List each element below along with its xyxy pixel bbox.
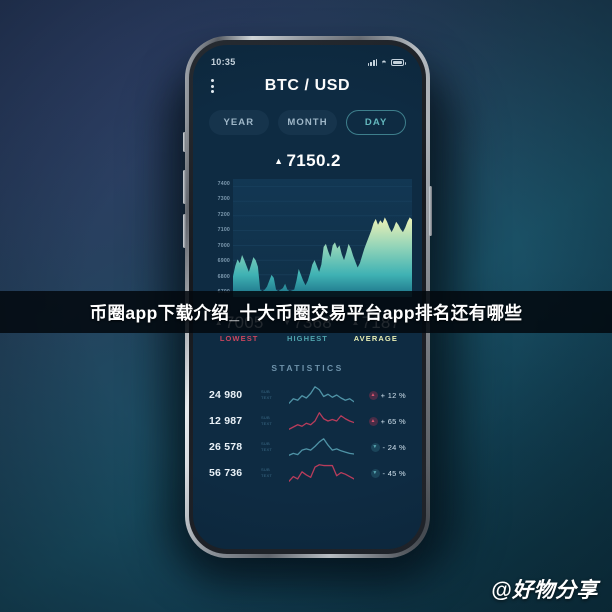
watermark: @好物分享 [491,579,598,602]
summary-lowest-label: LOWEST [219,334,259,343]
statistics-row-sparkline [285,436,358,458]
summary-average-label: AVERAGE [353,334,398,343]
tab-month[interactable]: MONTH [277,110,338,135]
phone-button-mute[interactable] [183,132,186,152]
sublabel-line: SUB [261,389,270,394]
sublabel-line: TEXT [261,421,273,426]
sublabel-line: SUB [261,415,270,420]
chart-y-axis: 7400 7300 7200 7100 7000 6900 6800 6700 [203,179,233,297]
sublabel-line: TEXT [261,473,273,478]
change-text: - 45 % [382,468,406,478]
statistics-row-change: ▼ - 24 % [358,442,406,452]
summary-highest-label: HIGHEST [286,334,328,343]
status-bar-time: 10:35 [211,57,236,67]
statistics-row-change: ▲ + 12 % [358,390,406,400]
statistics-list: 24 980 SUB TEXT ▲ + 12 % 12 987 SUB TEXT ▲ + 65 %… [193,383,422,487]
statistics-row-value: 12 987 [209,415,243,427]
sublabel-line: TEXT [261,447,273,452]
sparkline-svg [289,462,354,484]
y-tick: 6800 [217,273,230,280]
price-value: 7150.2 [286,151,341,170]
statistics-row-change: ▲ + 65 % [358,416,406,426]
status-bar-icons: ◓ [367,57,406,67]
statistics-row-change: ▼ - 45 % [358,468,406,478]
caret-up-icon: ▲ [368,416,378,426]
sparkline-svg [289,384,354,406]
signal-bars-icon [367,58,378,66]
statistics-row[interactable]: 24 980 SUB TEXT ▲ + 12 % [209,383,406,407]
phone-button-power[interactable] [429,186,432,236]
y-tick: 7300 [217,196,230,203]
y-tick: 7400 [217,181,230,187]
statistics-row-sparkline [285,384,358,406]
statistics-row[interactable]: 26 578 SUB TEXT ▼ - 24 % [209,435,406,459]
sublabel-line: SUB [261,441,270,446]
statistics-row-sublabel: SUB TEXT [259,468,285,478]
price-caret-icon: ▲ [274,156,284,166]
wifi-icon: ◓ [381,57,387,67]
y-tick: 7200 [217,211,230,218]
price-chart: 7400 7300 7200 7100 7000 6900 6800 6700 [203,179,412,297]
y-tick: 6900 [217,258,230,265]
page-title: BTC / USD [264,77,351,94]
change-text: + 65 % [380,416,406,426]
battery-icon [391,59,406,66]
period-tab-bar: YEAR MONTH DAY [193,99,422,141]
tab-year[interactable]: YEAR [209,110,269,135]
status-bar: 10:35 ◓ [193,45,422,69]
sparkline-svg [289,410,354,432]
sparkline-svg [289,436,354,458]
sublabel-line: TEXT [261,395,273,400]
app-header: BTC / USD [193,69,422,99]
change-text: - 24 % [382,442,406,452]
phone-button-volume-up[interactable] [183,170,186,204]
caption-text: 币圈app下载介绍_十大币圈交易平台app排名还有哪些 [89,302,523,323]
caption-overlay: 币圈app下载介绍_十大币圈交易平台app排名还有哪些 [0,291,612,333]
statistics-row-sparkline [285,410,358,432]
caret-up-icon: ▲ [368,390,378,400]
chart-plot-area[interactable] [233,179,412,297]
statistics-row-value: 24 980 [209,389,243,401]
caret-down-icon: ▼ [370,468,380,478]
statistics-row-sparkline [285,462,358,484]
statistics-row-sublabel: SUB TEXT [259,390,285,400]
phone-button-volume-dn[interactable] [183,214,186,248]
screenshot-root: 10:35 ◓ BTC / USD YEAR MONTH DAY ▲ 7150.… [0,0,612,612]
current-price: ▲ 7150.2 [193,141,422,179]
y-tick: 7000 [217,242,230,249]
statistics-heading: STATISTICS [271,363,344,373]
statistics-row[interactable]: 56 736 SUB TEXT ▼ - 45 % [209,461,406,485]
statistics-row-value: 26 578 [209,441,243,453]
statistics-row-sublabel: SUB TEXT [259,416,285,426]
sublabel-line: SUB [261,467,270,472]
y-tick: 7100 [217,227,230,234]
statistics-row[interactable]: 12 987 SUB TEXT ▲ + 65 % [209,409,406,433]
tab-day[interactable]: DAY [346,110,407,135]
statistics-row-value: 56 736 [209,467,243,479]
caret-down-icon: ▼ [370,442,380,452]
statistics-row-sublabel: SUB TEXT [259,442,285,452]
chart-svg [233,186,412,297]
change-text: + 12 % [380,390,406,400]
